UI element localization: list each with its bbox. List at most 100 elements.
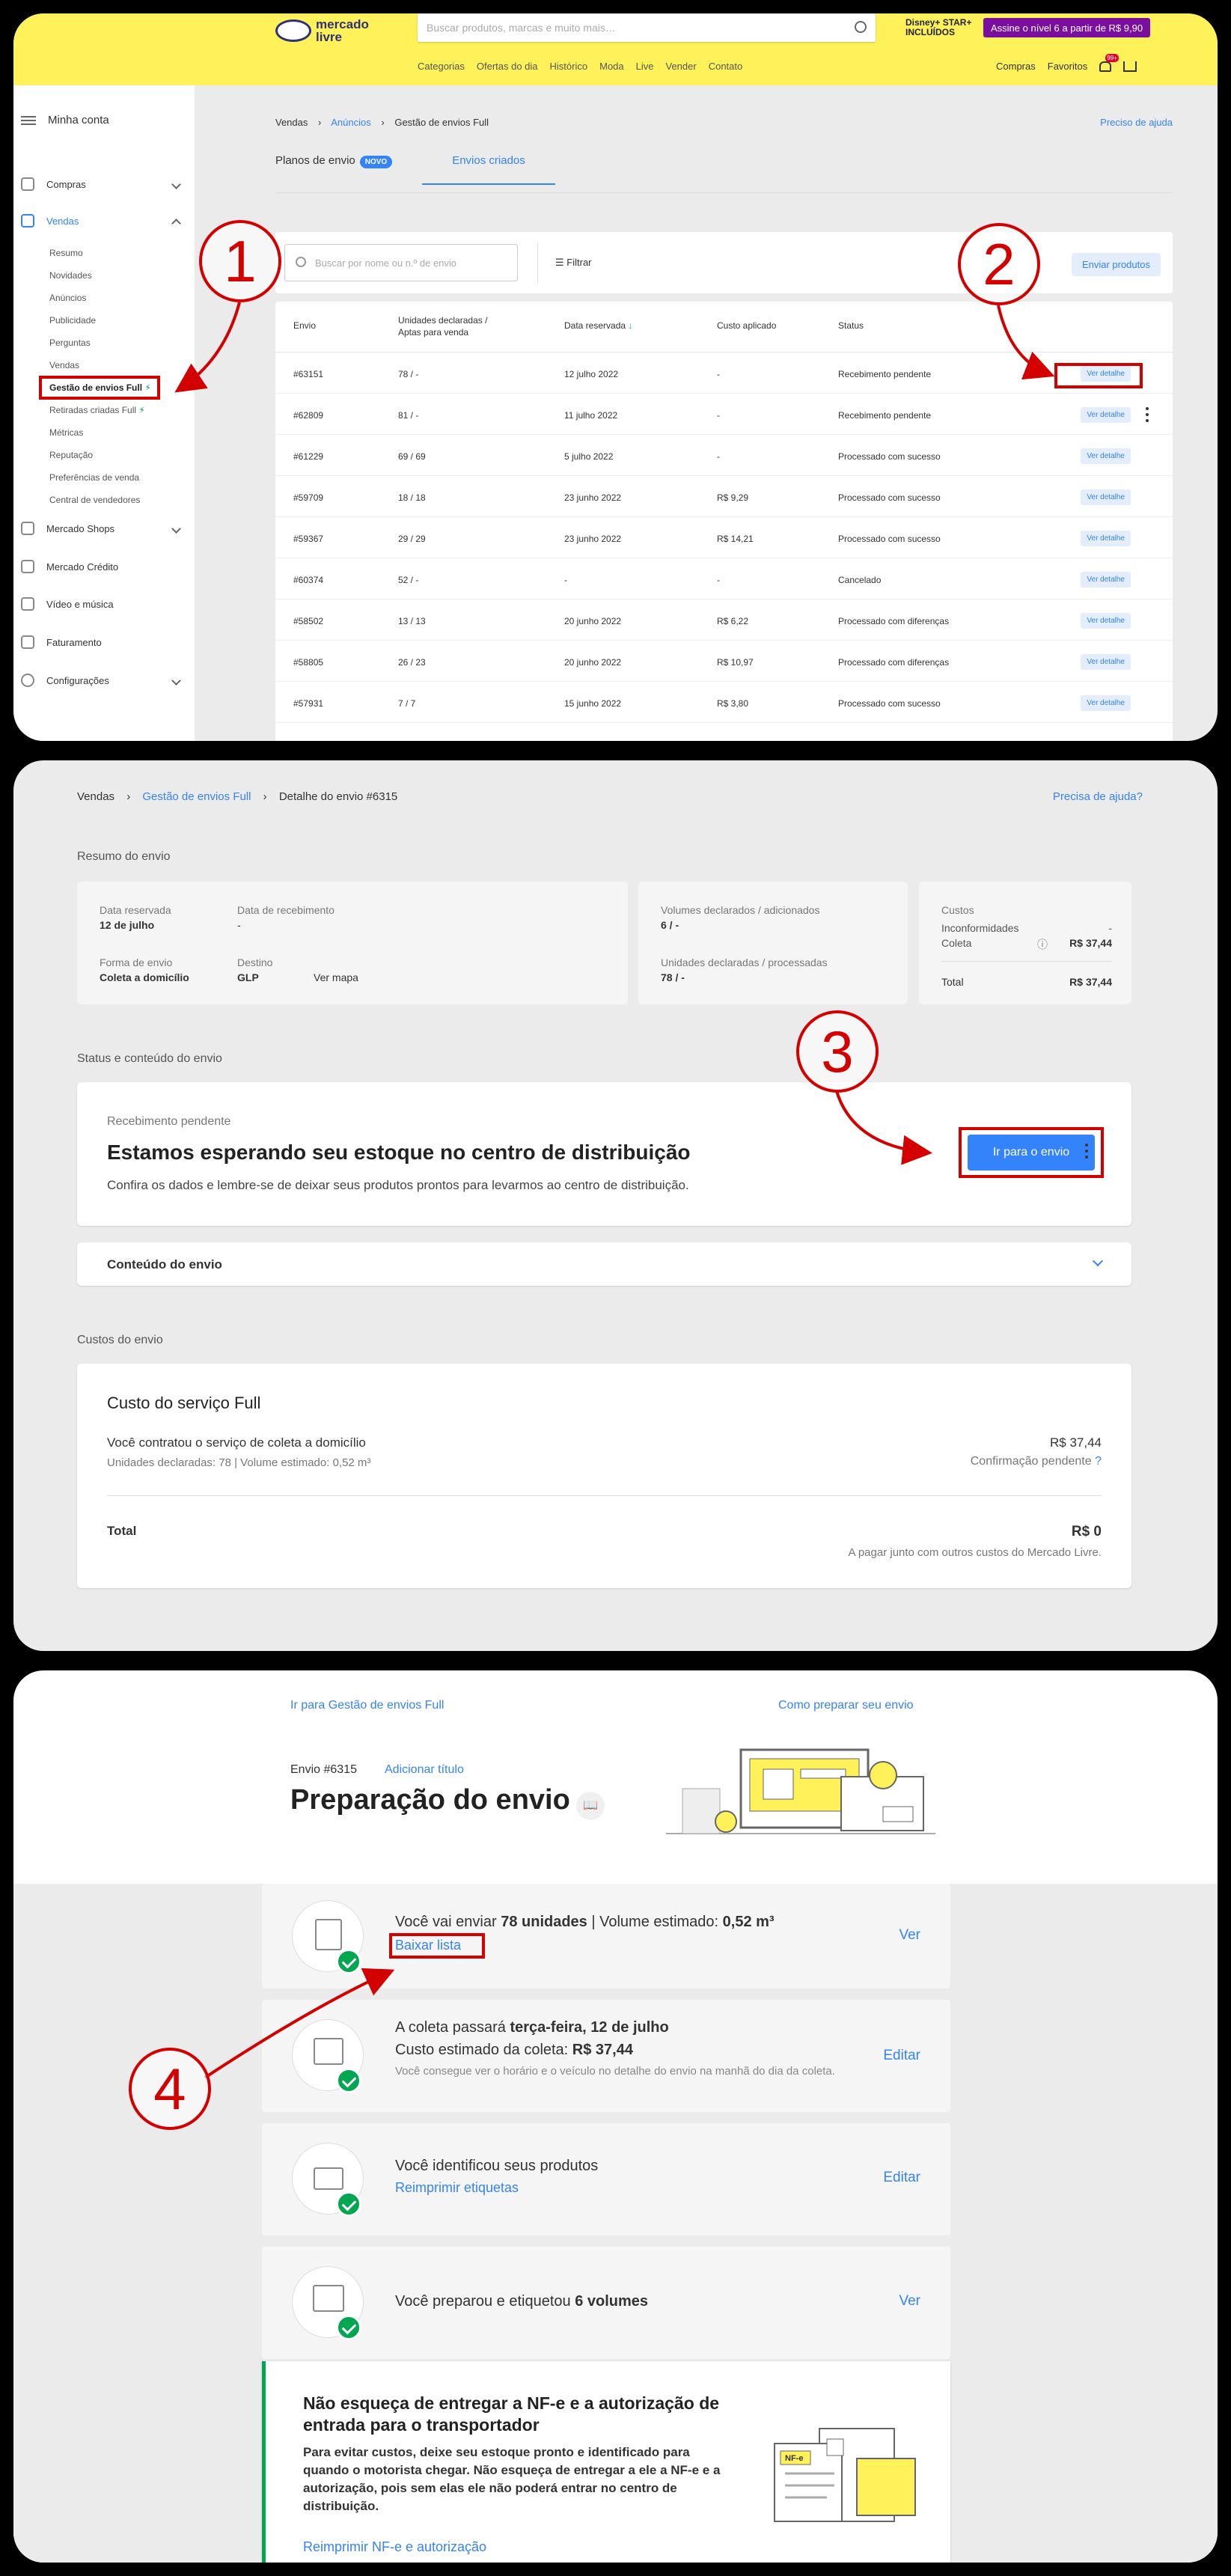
nav-vender[interactable]: Vender (666, 61, 697, 72)
help-link[interactable]: Precisa de ajuda? (1053, 790, 1143, 803)
breadcrumb-vendas[interactable]: Vendas (275, 117, 308, 128)
value-data-reservada: 12 de julho (100, 919, 155, 931)
service-description: Você contratou o serviço de coleta a dom… (107, 1435, 366, 1450)
nav-live[interactable]: Live (636, 61, 654, 72)
menu-icon[interactable] (21, 115, 36, 125)
sidebar-group-faturamento[interactable]: Faturamento (21, 635, 180, 649)
search-icon[interactable] (855, 21, 867, 33)
sidebar-group-vendas[interactable]: Vendas (21, 214, 181, 228)
table-cell: 20 junho 2022 (564, 616, 622, 626)
sidebar-account[interactable]: Minha conta (21, 114, 109, 126)
step1-text: Você vai enviar 78 unidades | Volume est… (395, 1914, 775, 1930)
sidebar-item-vendas[interactable]: Vendas (49, 360, 79, 370)
view-detail-button[interactable]: Ver detalhe (1081, 448, 1131, 464)
step3-edit-link[interactable]: Editar (883, 2170, 920, 2186)
tab-planos-envio[interactable]: Planos de envio NOVO (275, 154, 393, 185)
sidebar-item-novidades[interactable]: Novidades (49, 270, 92, 281)
divider (537, 242, 538, 283)
new-badge: NOVO (359, 156, 393, 168)
more-options-icon[interactable] (1146, 407, 1149, 422)
search-input[interactable]: Buscar produtos, marcas e muito mais… (418, 13, 876, 42)
table-cell: 29 / 29 (398, 534, 426, 544)
table-cell: R$ 14,21 (717, 534, 754, 544)
chevron-up-icon (171, 218, 181, 228)
view-detail-button[interactable]: Ver detalhe (1081, 489, 1131, 505)
col-data-reservada[interactable]: Data reservada ↓ (564, 320, 632, 332)
help-circle-icon[interactable]: ? (1095, 1455, 1102, 1468)
col-custo: Custo aplicado (717, 320, 777, 331)
info-icon[interactable]: ⓘ (1037, 937, 1048, 952)
view-detail-button[interactable]: Ver detalhe (1081, 531, 1131, 546)
table-cell: 81 / - (398, 410, 419, 421)
ver-mapa-link[interactable]: Ver mapa (314, 971, 358, 983)
add-title-link[interactable]: Adicionar título (385, 1763, 464, 1777)
sidebar-item-perguntas[interactable]: Perguntas (49, 338, 91, 348)
breadcrumb-gestao[interactable]: Gestão de envios Full (142, 790, 251, 803)
content-accordion[interactable]: Conteúdo do envio (77, 1242, 1131, 1286)
breadcrumb: Vendas › Gestão de envios Full › Detalhe… (77, 790, 398, 803)
more-options-icon[interactable] (1085, 1144, 1088, 1159)
table-cell: - (717, 575, 720, 585)
nfe-title: Não esqueça de entregar a NF-e e a autor… (303, 2393, 720, 2435)
sidebar-group-configuracoes[interactable]: Configurações (21, 674, 181, 687)
how-to-prepare-link[interactable]: Como preparar seu envio (778, 1699, 914, 1712)
reprint-nfe-link[interactable]: Reimprimir NF-e e autorização (303, 2539, 486, 2555)
step1-view-link[interactable]: Ver (899, 1927, 920, 1944)
step2-edit-link[interactable]: Editar (883, 2048, 920, 2064)
check-icon (336, 2191, 361, 2217)
table-cell: - (564, 575, 567, 585)
tab-envios-criados[interactable]: Envios criados (422, 154, 555, 185)
view-detail-button[interactable]: Ver detalhe (1081, 613, 1131, 629)
breadcrumb-anuncios[interactable]: Anúncios (331, 117, 370, 128)
check-icon (336, 1949, 361, 1974)
link-favoritos[interactable]: Favoritos (1048, 61, 1087, 72)
table-cell: 23 junho 2022 (564, 492, 622, 503)
sidebar-group-compras[interactable]: Compras (21, 177, 181, 191)
divider (941, 961, 1112, 962)
cart-icon[interactable] (1123, 61, 1137, 72)
shipments-table: Envio Unidades declaradas / Aptas para v… (275, 302, 1173, 741)
send-products-button[interactable]: Enviar produtos (1071, 253, 1161, 276)
disney-star-badge[interactable]: Disney+ STAR+ INCLUÍDOS (905, 18, 988, 37)
view-detail-button[interactable]: Ver detalhe (1081, 407, 1131, 423)
sidebar-item-metricas[interactable]: Métricas (49, 427, 83, 438)
table-cell: Cancelado (838, 575, 882, 585)
help-link[interactable]: Preciso de ajuda (1100, 117, 1173, 128)
notifications-bell-icon[interactable]: 99+ (1099, 53, 1119, 72)
view-detail-button[interactable]: Ver detalhe (1081, 654, 1131, 670)
book-icon[interactable]: 📖 (576, 1792, 605, 1820)
highlight-box-2 (1054, 363, 1143, 388)
invoice-icon (21, 635, 34, 649)
back-to-full-link[interactable]: Ir para Gestão de envios Full (290, 1699, 444, 1712)
subscription-promo[interactable]: Assine o nível 6 a partir de R$ 9,90 (983, 18, 1151, 37)
list-check-icon (292, 1900, 364, 1974)
sidebar-group-video-musica[interactable]: Vídeo e música (21, 597, 180, 611)
step4-view-link[interactable]: Ver (899, 2293, 920, 2310)
table-cell: 23 junho 2022 (564, 534, 622, 544)
value-forma-envio: Coleta a domicílio (100, 971, 189, 983)
sidebar-group-mercado-shops[interactable]: Mercado Shops (21, 522, 181, 535)
view-detail-button[interactable]: Ver detalhe (1081, 695, 1131, 711)
nav-contato[interactable]: Contato (709, 61, 743, 72)
breadcrumb-vendas[interactable]: Vendas (77, 790, 114, 803)
nav-moda[interactable]: Moda (599, 61, 624, 72)
view-detail-button[interactable]: Ver detalhe (1081, 572, 1131, 587)
sidebar-item-retiradas-full[interactable]: Retiradas criadas Full ⚡ (49, 405, 145, 415)
sidebar-group-mercado-credito[interactable]: Mercado Crédito (21, 560, 180, 573)
mercadolivre-logo[interactable]: mercado livre (275, 18, 376, 43)
nav-ofertas[interactable]: Ofertas do dia (477, 61, 538, 72)
nav-categorias[interactable]: Categorias (418, 61, 465, 72)
link-compras[interactable]: Compras (996, 61, 1036, 72)
sidebar-item-publicidade[interactable]: Publicidade (49, 315, 96, 326)
service-title: Custo do serviço Full (107, 1394, 261, 1412)
filter-button[interactable]: ☰ Filtrar (555, 257, 592, 269)
calendar-icon (292, 2019, 364, 2093)
sidebar-item-reputacao[interactable]: Reputação (49, 450, 93, 460)
sidebar-item-resumo[interactable]: Resumo (49, 248, 83, 258)
reprint-labels-link[interactable]: Reimprimir etiquetas (395, 2180, 519, 2196)
sidebar-item-central-vendedores[interactable]: Central de vendedores (49, 495, 140, 505)
sidebar-item-anuncios[interactable]: Anúncios (49, 293, 86, 303)
sidebar-item-preferencias[interactable]: Preferências de venda (49, 472, 139, 483)
nav-historico[interactable]: Histórico (550, 61, 588, 72)
shipment-search-input[interactable]: Buscar por nome ou n.º de envio (284, 244, 518, 281)
